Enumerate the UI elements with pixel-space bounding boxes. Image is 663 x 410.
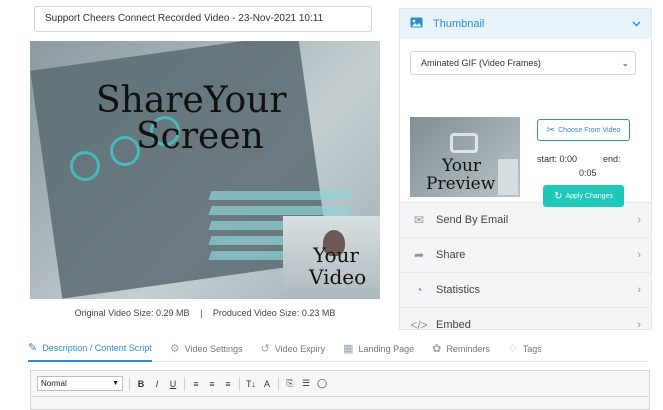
camera-icon (450, 133, 478, 153)
tab-reminders[interactable]: ✿ Reminders (432, 336, 490, 362)
video-graphic-circle (70, 151, 100, 181)
time-range: start: 0:00 end: 0:05 (537, 152, 637, 178)
tab-tags[interactable]: ♢ Tags (508, 336, 542, 362)
apply-changes-button[interactable]: ↻ Apply Changes (543, 185, 624, 207)
choose-from-video-button[interactable]: ✂ Choose From Video (537, 119, 630, 141)
overlay-screen-text: Screen (136, 116, 264, 157)
thumbnail-header[interactable]: Thumbnail (400, 9, 651, 39)
webcam-overlay: Your Video (283, 216, 380, 299)
apply-changes-label: Apply Changes (565, 192, 613, 200)
preview-person (498, 159, 518, 195)
bold-icon[interactable]: B (136, 379, 146, 389)
tab-label: Reminders (446, 343, 490, 354)
toolbar-divider (184, 376, 185, 391)
toolbar-divider (129, 376, 130, 391)
globe-icon[interactable]: ◯ (317, 378, 327, 389)
tab-label: Description / Content Script (42, 342, 152, 353)
underline-icon[interactable]: U (168, 379, 178, 389)
thumbnail-label: Thumbnail (433, 18, 485, 30)
history-icon: ↺ (260, 343, 270, 355)
end-time: 0:05 (579, 168, 597, 178)
menu-item-label: Share (436, 249, 466, 261)
envelope-icon: ✉ (413, 213, 425, 227)
tag-icon: ♢ (507, 343, 518, 355)
image-icon (410, 17, 423, 31)
tab-label: Tags (522, 343, 542, 354)
scissors-icon: ✂ (546, 124, 556, 136)
tab-video-settings[interactable]: ⚙ Video Settings (170, 336, 243, 362)
italic-icon[interactable]: I (152, 379, 162, 389)
chevron-right-icon: › (637, 249, 641, 261)
bug-icon: ✿ (432, 343, 442, 355)
toolbar-divider (278, 376, 279, 391)
format-value: Normal (41, 379, 67, 388)
editor-toolbar: Normal ▼ B I U ≡ ≡ ≡ T↓ A ⎘ ☰ ◯ (31, 371, 649, 397)
video-size-info: Original Video Size: 0.29 MB | Produced … (30, 308, 380, 318)
tab-video-expiry[interactable]: ↺ Video Expiry (261, 336, 326, 362)
edit-icon: ✎ (28, 342, 38, 354)
paste-icon[interactable]: ⎘ (285, 378, 295, 389)
tab-label: Video Settings (184, 343, 243, 354)
tab-description[interactable]: ✎ Description / Content Script (28, 336, 152, 362)
share-icon: ➦ (413, 248, 425, 262)
preview-preview-text: Preview (426, 174, 496, 194)
menu-item-label: Send By Email (436, 214, 509, 226)
end-label: end: (603, 154, 621, 164)
calendar-icon: ▦ (343, 343, 354, 355)
content-tabs: ✎ Description / Content Script ⚙ Video S… (28, 336, 648, 362)
align-left-icon[interactable]: ≡ (191, 379, 201, 389)
chevron-down-icon (632, 18, 641, 30)
size-divider: | (200, 308, 203, 318)
thumbnail-type-select[interactable]: Aminated GIF (Video Frames) ⌄ (410, 51, 636, 75)
start-time: start: 0:00 (537, 154, 578, 164)
tab-label: Video Expiry (274, 343, 326, 354)
video-title-input[interactable]: Support Cheers Connect Recorded Video - … (34, 6, 372, 32)
menu-item-send-by-email[interactable]: ✉ Send By Email › (400, 202, 651, 237)
menu-item-label: Statistics (436, 284, 481, 296)
webcam-your-text: Your (313, 243, 359, 267)
original-size: Original Video Size: 0.29 MB (74, 308, 190, 318)
font-color-icon[interactable]: A (262, 379, 272, 389)
webcam-video-text: Video (309, 265, 367, 289)
chevron-right-icon: › (637, 319, 641, 331)
pie-chart-icon: ◔ (415, 283, 423, 297)
menu-item-statistics[interactable]: ◔ Statistics › (400, 272, 651, 307)
list-icon[interactable]: ☰ (301, 378, 311, 389)
refresh-icon: ↻ (554, 190, 563, 202)
toolbar-divider (239, 376, 240, 391)
text-size-icon[interactable]: T↓ (246, 379, 256, 389)
gear-icon: ⚙ (169, 343, 180, 355)
rich-text-editor: Normal ▼ B I U ≡ ≡ ≡ T↓ A ⎘ ☰ ◯ (30, 370, 650, 410)
tab-label: Landing Page (358, 343, 415, 354)
side-panel: Thumbnail Aminated GIF (Video Frames) ⌄ … (399, 8, 652, 332)
choose-from-video-label: Choose From Video (558, 126, 621, 134)
video-player[interactable]: ShareYour Screen Your Video (30, 41, 380, 299)
thumbnail-body: Aminated GIF (Video Frames) ⌄ Your Previ… (400, 39, 651, 207)
menu-item-share[interactable]: ➦ Share › (400, 237, 651, 272)
tab-landing-page[interactable]: ▦ Landing Page (343, 336, 414, 362)
overlay-share-text: ShareYour (96, 80, 287, 121)
chevron-right-icon: › (637, 214, 641, 226)
chevron-right-icon: › (637, 284, 641, 296)
code-icon: </> (410, 318, 428, 332)
thumbnail-preview: Your Preview (410, 117, 520, 197)
align-right-icon[interactable]: ≡ (223, 379, 233, 389)
thumbnail-type-value: Aminated GIF (Video Frames) (421, 58, 541, 68)
select-arrow-icon: ⌄ (621, 58, 629, 68)
format-select[interactable]: Normal ▼ (37, 376, 123, 391)
menu-item-label: Embed (436, 319, 471, 331)
select-arrow-icon: ▼ (112, 380, 119, 387)
produced-size: Produced Video Size: 0.23 MB (212, 308, 336, 318)
align-center-icon[interactable]: ≡ (207, 379, 217, 389)
